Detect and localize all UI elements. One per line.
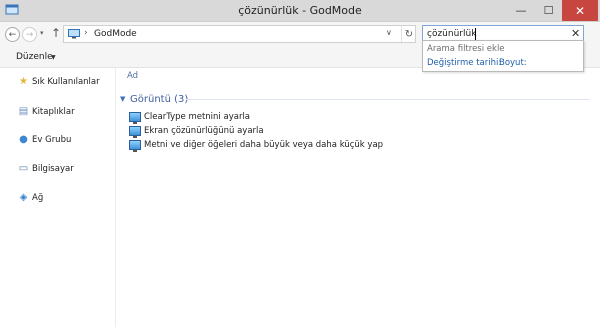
network-icon: ◈	[19, 192, 28, 203]
control-panel-icon	[68, 29, 80, 39]
breadcrumb-separator[interactable]: ›	[84, 28, 88, 38]
nav-item-network[interactable]: ◈ Ağ	[18, 191, 44, 204]
close-button[interactable]: ✕	[562, 0, 598, 21]
chevron-down-icon[interactable]: ▼	[51, 54, 56, 61]
nav-item-label: Bilgisayar	[32, 163, 74, 174]
address-field[interactable]: › GodMode ∨ ↻	[63, 25, 416, 43]
group-divider	[186, 99, 590, 100]
list-item[interactable]: Ekran çözünürlüğünü ayarla	[129, 124, 264, 138]
forward-button[interactable]: →	[22, 27, 37, 42]
recent-locations-button[interactable]: ▾	[40, 29, 44, 37]
list-item-label: Ekran çözünürlüğünü ayarla	[144, 125, 264, 136]
display-settings-icon	[129, 125, 141, 138]
nav-item-homegroup[interactable]: ● Ev Grubu	[18, 133, 71, 146]
list-item-label: Metni ve diğer öğeleri daha büyük veya d…	[144, 139, 384, 150]
title-bar: çözünürlük - GodMode — ☐ ✕	[0, 0, 600, 22]
computer-icon: ▭	[18, 163, 29, 174]
nav-item-label: Ağ	[32, 192, 44, 203]
maximize-button[interactable]: ☐	[535, 0, 562, 21]
search-filter-heading: Arama filtresi ekle	[427, 44, 505, 54]
up-button[interactable]: ↑	[51, 26, 61, 40]
search-clear-button[interactable]: ✕	[571, 27, 580, 40]
library-icon: ▤	[18, 106, 29, 117]
nav-item-favorites[interactable]: ★ Sık Kullanılanlar	[18, 75, 100, 88]
group-header[interactable]: ▼ Görüntü (3)	[120, 92, 188, 106]
nav-item-libraries[interactable]: ▤ Kitaplıklar	[18, 105, 75, 118]
navigation-pane: ★ Sık Kullanılanlar ▤ Kitaplıklar ● Ev G…	[0, 68, 116, 327]
refresh-button[interactable]: ↻	[401, 26, 416, 42]
filter-size[interactable]: Boyut:	[499, 58, 527, 68]
group-label: Görüntü (3)	[130, 93, 189, 105]
nav-item-computer[interactable]: ▭ Bilgisayar	[18, 162, 74, 175]
breadcrumb-godmode[interactable]: GodMode	[94, 29, 137, 39]
chevron-down-icon[interactable]: ▼	[120, 95, 130, 103]
file-list-area	[116, 68, 600, 327]
list-item[interactable]: Metni ve diğer öğeleri daha büyük veya d…	[129, 138, 384, 152]
text-caret	[475, 28, 476, 40]
organize-button[interactable]: Düzenle	[16, 52, 53, 62]
display-settings-icon	[129, 139, 141, 152]
search-input-value[interactable]: çözünürlük	[427, 29, 476, 39]
search-filter-dropdown: Arama filtresi ekle Değiştirme tarihi: B…	[422, 40, 584, 72]
list-item[interactable]: ClearType metnini ayarla	[129, 110, 251, 124]
nav-item-label: Sık Kullanılanlar	[32, 76, 100, 87]
nav-item-label: Kitaplıklar	[32, 106, 75, 117]
minimize-button[interactable]: —	[507, 0, 535, 21]
column-header-name[interactable]: Ad	[127, 71, 138, 81]
display-settings-icon	[129, 111, 141, 124]
nav-item-label: Ev Grubu	[32, 134, 72, 145]
filter-date-modified[interactable]: Değiştirme tarihi:	[427, 58, 501, 68]
star-icon: ★	[19, 76, 28, 87]
homegroup-icon: ●	[19, 134, 28, 145]
address-dropdown-button[interactable]: ∨	[386, 28, 392, 37]
list-item-label: ClearType metnini ayarla	[144, 111, 251, 122]
back-button[interactable]: ←	[5, 27, 20, 42]
